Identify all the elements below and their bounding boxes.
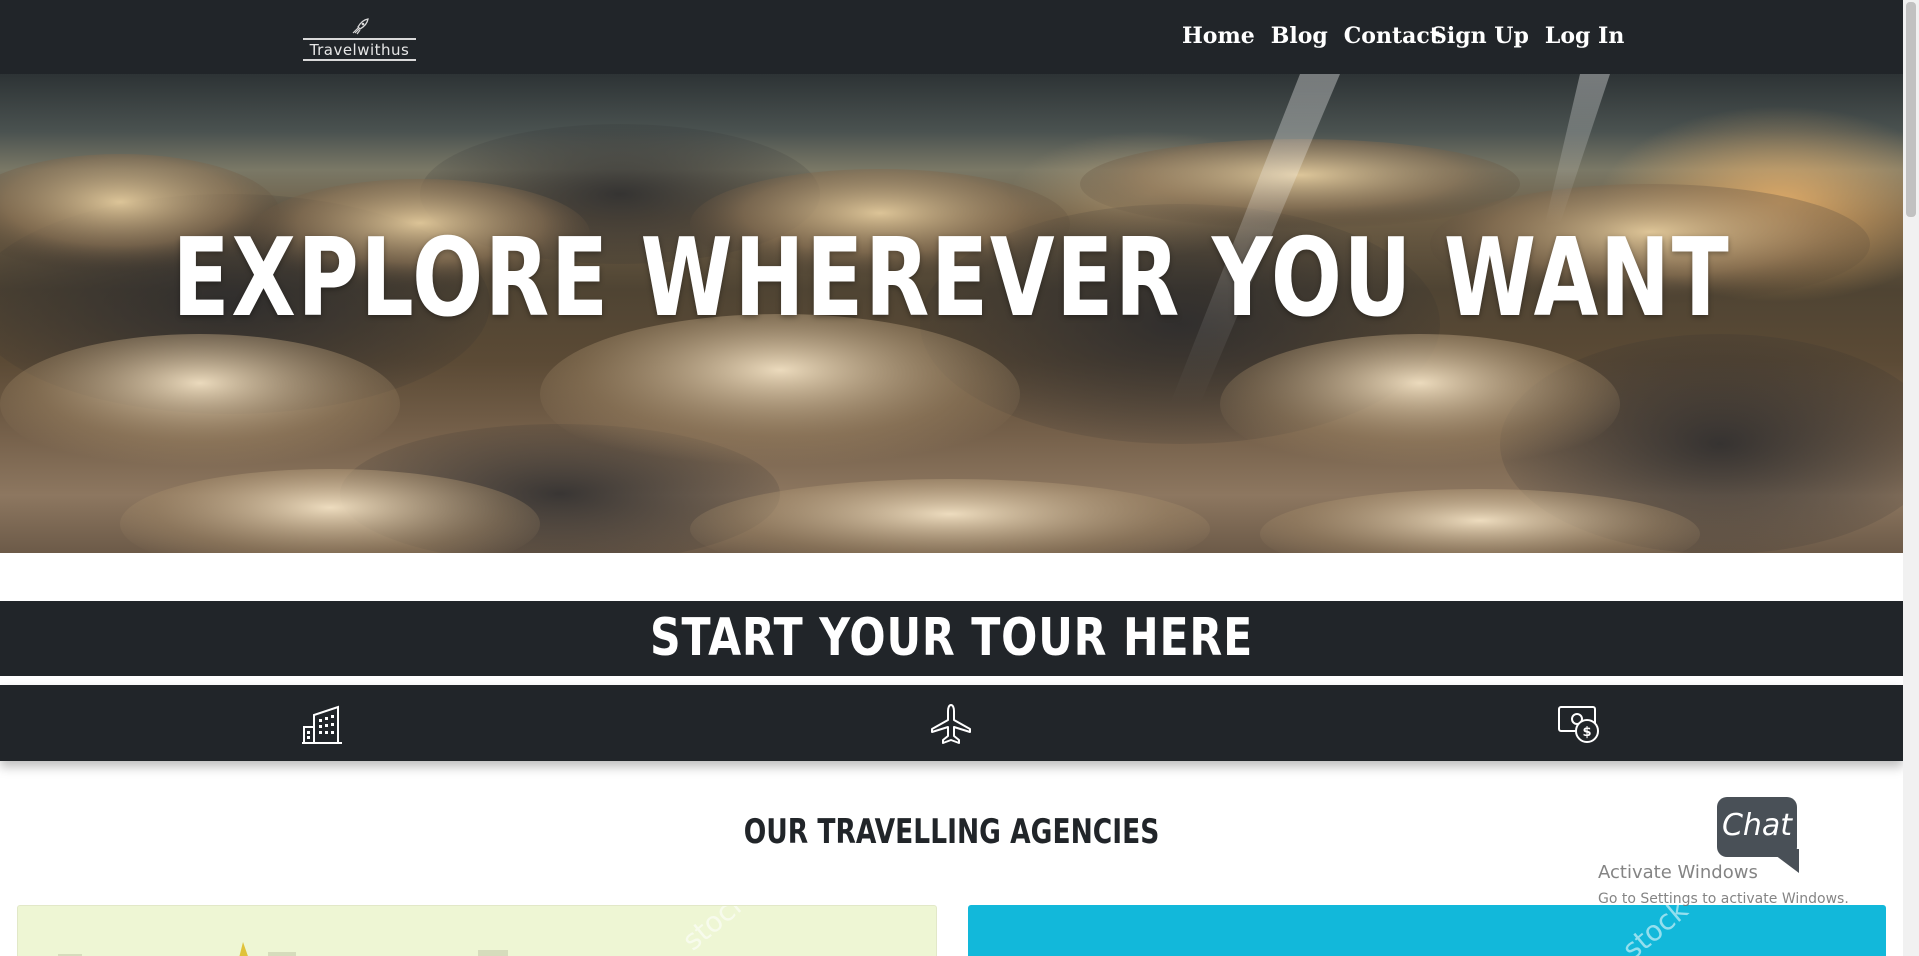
vertical-scrollbar[interactable]	[1903, 0, 1919, 956]
card-image	[58, 942, 508, 956]
brand-logo[interactable]: Travelwithus	[303, 18, 416, 62]
nav-link-log-in[interactable]: Log In	[1545, 18, 1624, 54]
watermark: stock	[676, 905, 755, 956]
brand-top-line	[303, 38, 416, 40]
brand-name: Travelwithus	[309, 41, 410, 59]
nav-link-home[interactable]: Home	[1182, 18, 1255, 54]
agencies-title: OUR TRAVELLING AGENCIES	[743, 812, 1160, 852]
payment-button[interactable]: $	[1557, 703, 1601, 745]
svg-text:$: $	[1582, 725, 1591, 740]
nav-link-contact[interactable]: Contact	[1344, 18, 1440, 54]
service-icon-bar: $	[0, 685, 1903, 761]
nav-link-blog[interactable]: Blog	[1271, 18, 1328, 54]
brand-bottom-line	[303, 59, 416, 61]
hotel-button[interactable]	[300, 703, 344, 745]
main-nav: Home Blog Contact	[1182, 18, 1456, 54]
activation-title: Activate Windows	[1598, 862, 1758, 883]
page: Travelwithus Home Blog Contact Sign Up L…	[0, 0, 1903, 956]
tour-banner: START YOUR TOUR HERE	[0, 601, 1903, 676]
flight-button[interactable]	[929, 703, 973, 745]
rocket-icon	[352, 18, 369, 35]
hero-title: EXPLORE WHEREVER YOU WANT	[172, 216, 1731, 341]
agency-card[interactable]: stock	[17, 905, 937, 956]
watermark: stock	[1616, 905, 1695, 956]
agency-card[interactable]: stock	[968, 905, 1886, 956]
chat-label: Chat	[1721, 808, 1793, 843]
airplane-icon	[931, 704, 971, 744]
nav-link-sign-up[interactable]: Sign Up	[1431, 18, 1529, 54]
activation-subtitle: Go to Settings to activate Windows.	[1598, 891, 1849, 907]
tour-title: START YOUR TOUR HERE	[649, 608, 1254, 668]
windows-activation-notice: Activate Windows Go to Settings to activ…	[1598, 862, 1849, 908]
hero-banner: EXPLORE WHEREVER YOU WANT	[0, 74, 1903, 553]
hotel-building-icon	[302, 705, 342, 744]
navbar: Travelwithus Home Blog Contact Sign Up L…	[0, 0, 1903, 74]
auth-nav: Sign Up Log In	[1431, 18, 1640, 54]
scrollbar-thumb[interactable]	[1906, 2, 1916, 217]
money-dollar-icon: $	[1558, 706, 1599, 743]
